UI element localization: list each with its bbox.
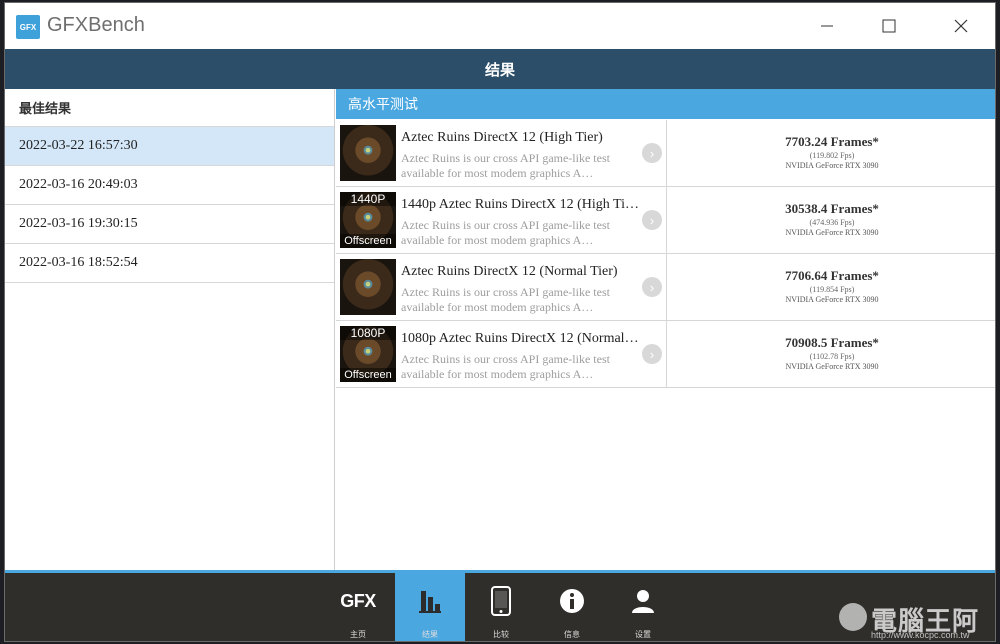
score-gpu: NVIDIA GeForce RTX 3090 (785, 161, 879, 170)
page-header: 结果 (5, 49, 995, 89)
score-value: 7703.24 Frames* (785, 134, 879, 149)
watermark: 電腦王阿達 http://www.kocpc.com.tw (831, 597, 995, 641)
minimize-icon (821, 25, 833, 27)
nav-info[interactable]: 信息 (537, 573, 607, 641)
score-value: 30538.4 Frames* (785, 201, 879, 216)
result-row[interactable]: Aztec Ruins DirectX 12 (High Tier) Aztec… (336, 120, 995, 187)
test-description: Aztec Ruins is our cross API game-like t… (401, 285, 610, 314)
score-gpu: NVIDIA GeForce RTX 3090 (785, 362, 879, 371)
score-gpu: NVIDIA GeForce RTX 3090 (785, 295, 879, 304)
maximize-icon (882, 19, 896, 33)
score-gpu: NVIDIA GeForce RTX 3090 (785, 228, 879, 237)
chevron-right-icon[interactable]: › (642, 277, 662, 297)
chevron-right-icon[interactable]: › (642, 344, 662, 364)
score-cell: 7706.64 Frames* (119.854 Fps) NVIDIA GeF… (666, 254, 995, 320)
test-name: 1440p Aztec Ruins DirectX 12 (High Ti… (401, 197, 639, 212)
session-item[interactable]: 2022-03-16 20:49:03 (5, 166, 334, 205)
nav-label: 设置 (635, 630, 651, 639)
nav-settings[interactable]: 设置 (608, 573, 678, 641)
sidebar-heading: 最佳结果 (5, 89, 334, 127)
test-description: Aztec Ruins is our cross API game-like t… (401, 352, 610, 381)
chevron-right-icon[interactable]: › (642, 143, 662, 163)
chevron-right-icon[interactable]: › (642, 210, 662, 230)
nav-label: 主页 (350, 630, 366, 639)
nav-label: 比较 (493, 630, 509, 639)
score-fps: (474.936 Fps) (809, 218, 855, 227)
results-panel: 高水平测试 Aztec Ruins DirectX 12 (High Tier)… (335, 89, 995, 570)
close-button[interactable] (943, 11, 979, 41)
test-name: 1080p Aztec Ruins DirectX 12 (Normal… (401, 331, 639, 346)
nav-results[interactable]: 结果 (395, 573, 465, 641)
test-thumbnail: 1080P Offscreen (340, 326, 396, 382)
nav-label: 信息 (564, 630, 580, 639)
results-list: Aztec Ruins DirectX 12 (High Tier) Aztec… (336, 120, 995, 388)
bar-chart-icon (395, 585, 465, 617)
test-description: Aztec Ruins is our cross API game-like t… (401, 218, 610, 247)
sidebar: 最佳结果 2022-03-22 16:57:30 2022-03-16 20:4… (5, 89, 335, 570)
session-item[interactable]: 2022-03-16 19:30:15 (5, 205, 334, 244)
score-cell: 30538.4 Frames* (474.936 Fps) NVIDIA GeF… (666, 187, 995, 253)
info-icon (537, 585, 607, 617)
result-row[interactable]: 1440P Offscreen 1440p Aztec Ruins Direct… (336, 187, 995, 254)
thumbnail-offscreen-label: Offscreen (340, 234, 396, 248)
nav-home[interactable]: GFX 主页 (323, 573, 393, 641)
score-fps: (119.802 Fps) (809, 151, 855, 160)
app-title: GFXBench (47, 14, 145, 36)
session-item[interactable]: 2022-03-16 18:52:54 (5, 244, 334, 283)
test-name: Aztec Ruins DirectX 12 (High Tier) (401, 130, 603, 145)
minimize-button[interactable] (809, 11, 845, 41)
user-icon (608, 585, 678, 617)
test-name: Aztec Ruins DirectX 12 (Normal Tier) (401, 264, 618, 279)
thumbnail-resolution-label: 1440P (340, 192, 396, 206)
app-window: GFX GFXBench 结果 最佳结果 2022-03-22 16:57:30… (4, 2, 996, 642)
category-title: 高水平测试 (348, 96, 418, 112)
nav-label: 结果 (422, 630, 438, 639)
title-bar: GFX GFXBench (5, 3, 995, 49)
watermark-logo-icon (839, 603, 867, 631)
nav-compare[interactable]: 比较 (466, 573, 536, 641)
result-row[interactable]: Aztec Ruins DirectX 12 (Normal Tier) Azt… (336, 254, 995, 321)
app-logo-icon: GFX (16, 15, 40, 39)
category-header: 高水平测试 (336, 89, 995, 119)
maximize-button[interactable] (871, 11, 907, 41)
score-cell: 7703.24 Frames* (119.802 Fps) NVIDIA GeF… (666, 120, 995, 186)
page-title: 结果 (484, 61, 515, 79)
thumbnail-resolution-label: 1080P (340, 326, 396, 340)
close-icon (954, 19, 968, 33)
result-row[interactable]: 1080P Offscreen 1080p Aztec Ruins Direct… (336, 321, 995, 388)
session-item[interactable]: 2022-03-22 16:57:30 (5, 127, 334, 166)
score-value: 7706.64 Frames* (785, 268, 879, 283)
test-thumbnail (340, 259, 396, 315)
score-value: 70908.5 Frames* (785, 335, 879, 350)
gfx-logo-icon: GFX (340, 590, 376, 611)
test-thumbnail (340, 125, 396, 181)
score-cell: 70908.5 Frames* (1102.78 Fps) NVIDIA GeF… (666, 321, 995, 387)
thumbnail-offscreen-label: Offscreen (340, 368, 396, 382)
score-fps: (1102.78 Fps) (809, 352, 855, 361)
score-fps: (119.854 Fps) (809, 285, 855, 294)
test-thumbnail: 1440P Offscreen (340, 192, 396, 248)
watermark-url: http://www.kocpc.com.tw (871, 630, 970, 640)
phone-icon (466, 585, 536, 617)
test-description: Aztec Ruins is our cross API game-like t… (401, 151, 610, 180)
